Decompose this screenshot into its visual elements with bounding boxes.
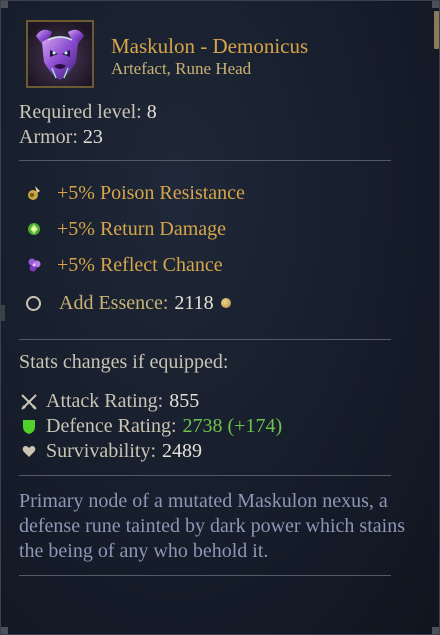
item-description: Primary node of a mutated Maskulon nexus… [19,490,405,562]
shield-icon [19,419,39,435]
defence-rating-row: Defence Rating: 2738 (+174) [19,414,282,439]
modifier-row: +5% Return Damage [23,211,245,247]
armor-label: Armor: [19,126,78,148]
modifier-row: +5% Reflect Chance [23,247,245,283]
modifier-text: +5% Poison Resistance [57,181,245,204]
scrollbar-thumb[interactable] [434,11,439,49]
item-type: Artefact, Rune Head [111,59,252,78]
survivability-value: 2489 [162,440,202,462]
attack-rating-row: Attack Rating: 855 [19,389,282,414]
add-essence-cost: 2118 [174,291,214,314]
required-level-row: Required level: 8 [19,100,157,125]
attack-rating-value: 855 [169,390,200,412]
defence-rating-label: Defence Rating: [46,415,177,437]
item-name: Maskulon - Demonicus [111,34,309,58]
armor-value: 23 [82,126,103,148]
demon-rune-head-icon [26,20,94,88]
stats-changes-title: Stats changes if equipped: [19,351,229,373]
reflect-chance-icon [23,256,45,274]
add-essence-label: Add Essence: [59,291,169,314]
required-level-value: 8 [146,101,157,123]
modifier-text: +5% Reflect Chance [57,253,223,276]
required-level-label: Required level: [19,101,142,123]
frame-notch [1,305,5,321]
divider [19,575,391,576]
divider [19,339,391,340]
heart-icon [19,445,39,458]
poison-resistance-icon [23,184,45,202]
frame-corner [432,1,439,8]
crossed-swords-icon [19,393,39,411]
divider [19,475,391,476]
frame-corner [1,627,8,634]
defence-rating-value: 2738 (+174) [182,415,283,437]
add-essence-row[interactable]: Add Essence: 2118 [23,289,231,317]
survivability-row: Survivability: 2489 [19,439,282,464]
modifier-text: +5% Return Damage [57,217,227,240]
survivability-label: Survivability: [46,440,156,462]
modifier-row: +5% Poison Resistance [23,175,245,211]
stats-changes-list: Attack Rating: 855 Defence Rating: 2738 … [19,389,282,464]
item-requirements: Required level: 8 Armor: 23 [19,100,157,150]
frame-corner [432,627,439,634]
return-damage-icon [23,221,45,237]
divider [19,160,391,161]
item-title-block: Maskulon - Demonicus Artefact, Rune Head [111,34,308,79]
armor-row: Armor: 23 [19,125,157,150]
gold-coin-icon [220,298,231,308]
modifier-list: +5% Poison Resistance +5% Return Damage [23,175,245,283]
empty-socket-icon [26,295,41,311]
frame-corner [1,1,8,8]
item-tooltip: Maskulon - Demonicus Artefact, Rune Head… [0,0,440,635]
item-header: Maskulon - Demonicus Artefact, Rune Head [26,20,308,88]
attack-rating-label: Attack Rating: [46,390,164,412]
